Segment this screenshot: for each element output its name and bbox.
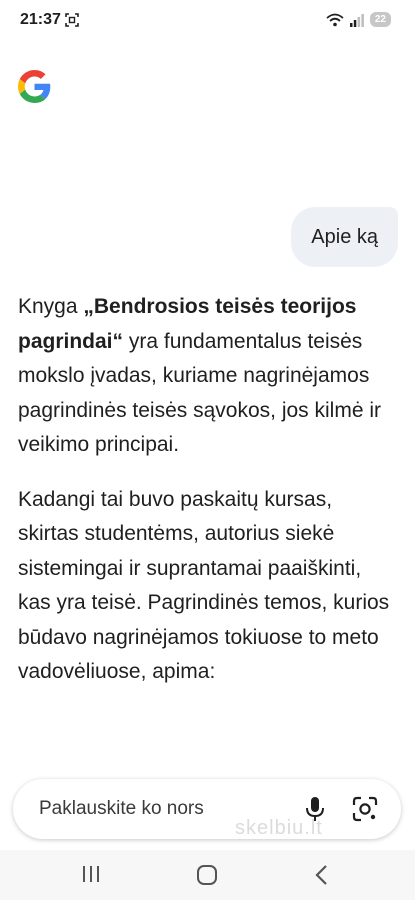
signal-icon [349,13,364,27]
navigation-bar [0,850,415,900]
status-time: 21:37 [20,11,61,28]
google-lens-icon[interactable] [352,796,378,822]
input-area: Paklauskite ko nors [0,770,415,850]
google-g-logo [18,70,51,103]
response-paragraph: Knyga „Bendrosios teisės teorijos pagrin… [18,290,398,463]
battery-indicator: 22 [369,12,391,27]
prompt-input[interactable]: Paklauskite ko nors [13,779,401,839]
user-message-bubble: Apie ką [291,207,398,267]
response-text: Knyga [18,295,84,318]
response-paragraph: Kadangi tai buvo paskaitų kursas, skirta… [18,487,390,684]
status-icons: 22 [326,12,391,27]
assistant-response: Knyga „Bendrosios teisės teorijos pagrin… [18,290,398,710]
prompt-placeholder: Paklauskite ko nors [39,798,204,819]
recent-apps-icon[interactable] [80,864,102,884]
user-message-text: Apie ką [311,225,378,248]
home-icon[interactable] [196,864,218,886]
wifi-icon [326,13,344,26]
status-bar: 21:37 22 [0,0,415,40]
screenshot-icon [65,13,79,27]
watermark: skelbiu.lt [235,817,323,839]
back-icon[interactable] [312,863,332,887]
